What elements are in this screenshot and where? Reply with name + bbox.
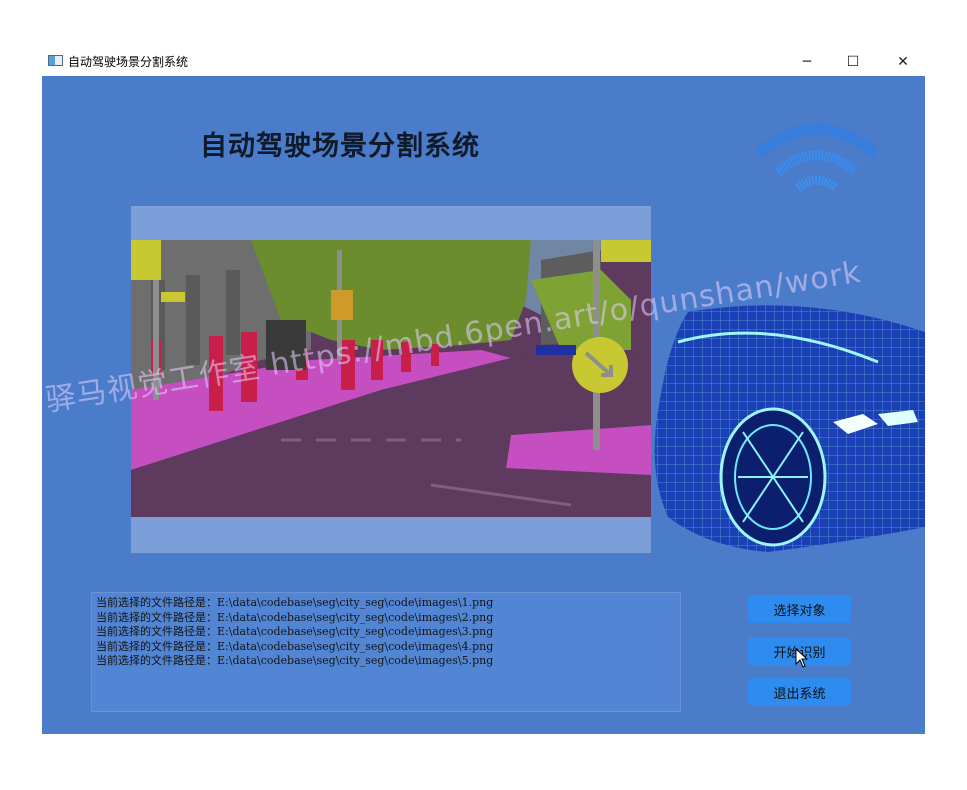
window-titlebar[interactable]: 自动驾驶场景分割系统 ─ ☐ ✕ (42, 48, 925, 76)
close-button[interactable]: ✕ (880, 48, 926, 76)
log-line: 当前选择的文件路径是：E:\data\codebase\seg\city_seg… (96, 654, 494, 668)
wifi-signal-icon (754, 123, 880, 192)
exit-system-button[interactable]: 退出系统 (748, 678, 851, 706)
maximize-button[interactable]: ☐ (830, 48, 876, 76)
wireframe-car-illustration (654, 305, 925, 552)
log-line: 当前选择的文件路径是：E:\data\codebase\seg\city_seg… (96, 625, 494, 639)
app-window-icon (48, 55, 63, 66)
log-line: 当前选择的文件路径是：E:\data\codebase\seg\city_seg… (96, 639, 494, 653)
page-title: 自动驾驶场景分割系统 (200, 131, 480, 162)
log-line: 当前选择的文件路径是：E:\data\codebase\seg\city_seg… (96, 596, 494, 609)
select-object-button[interactable]: 选择对象 (748, 595, 851, 623)
log-output-area[interactable]: 当前选择的文件路径是：E:\data\codebase\seg\city_seg… (91, 592, 681, 712)
mouse-pointer-icon (795, 648, 809, 668)
minimize-button[interactable]: ─ (784, 48, 830, 76)
main-window: 自动驾驶场景分割系统 驿马视觉工作室 https://mbd.6pen.art/… (42, 76, 925, 734)
log-line: 当前选择的文件路径是：E:\data\codebase\seg\city_seg… (96, 610, 494, 624)
window-title: 自动驾驶场景分割系统 (68, 55, 189, 69)
